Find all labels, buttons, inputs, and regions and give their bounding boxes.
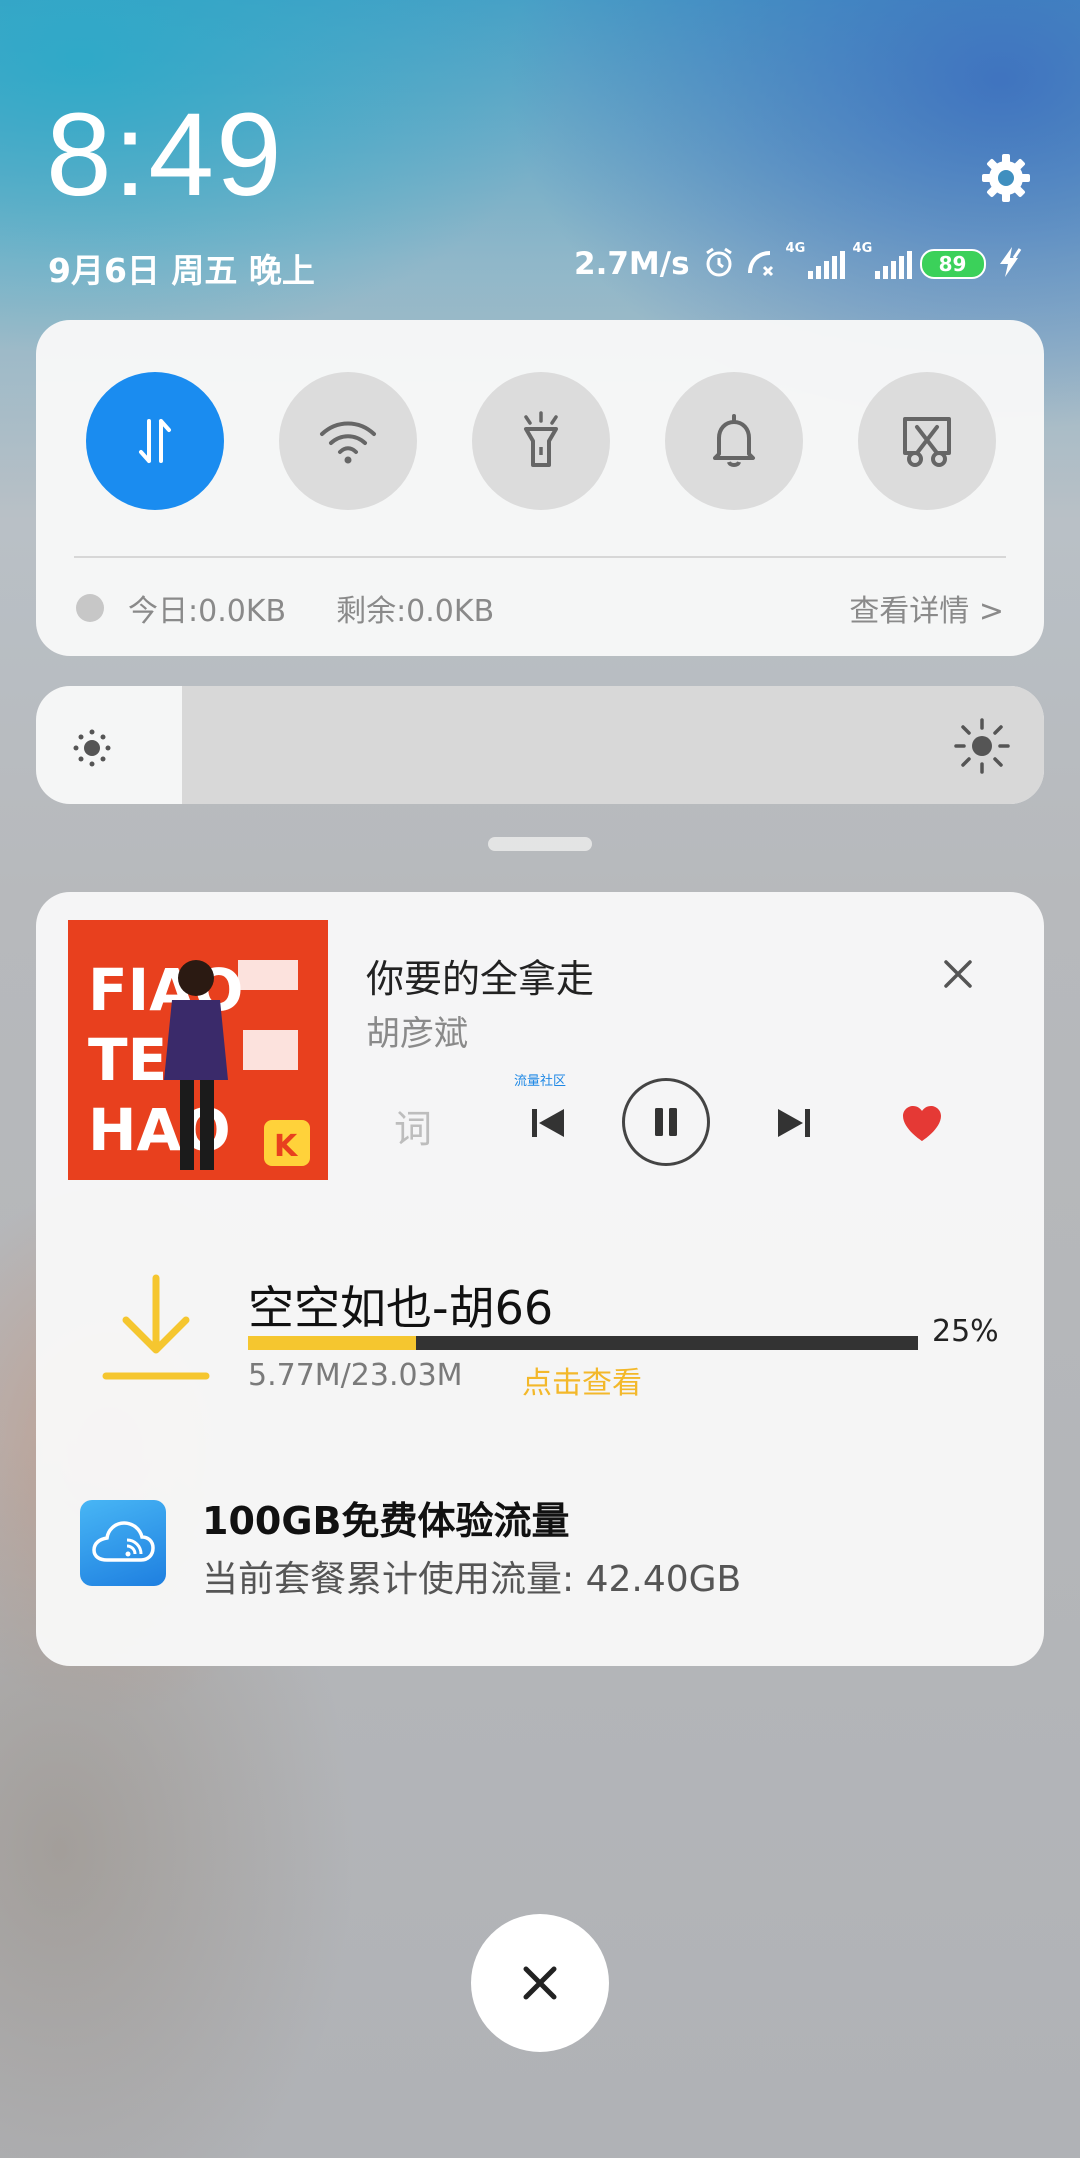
call-forward-icon bbox=[744, 245, 778, 283]
settings-icon[interactable] bbox=[980, 152, 1032, 204]
promo-subtitle: 当前套餐累计使用流量: 42.40GB bbox=[202, 1559, 742, 1600]
download-percent: 25% bbox=[932, 1314, 999, 1349]
community-label: 流量社区 bbox=[514, 1074, 567, 1089]
today-usage: 今日:0.0KB bbox=[128, 594, 287, 629]
data-usage-row: 今日:0.0KB 剩余:0.0KB bbox=[76, 586, 494, 630]
artist-name: 胡彦斌 bbox=[366, 1014, 468, 1054]
view-download-link[interactable]: 点击查看 bbox=[522, 1358, 642, 1402]
view-details-link[interactable]: 查看详情 > bbox=[849, 586, 1004, 630]
download-progress-fill bbox=[248, 1336, 416, 1350]
download-progress-bar bbox=[248, 1336, 918, 1350]
download-title: 空空如也-胡66 bbox=[248, 1281, 554, 1335]
lyrics-button[interactable]: 词 bbox=[394, 1098, 432, 1153]
clear-notifications-button[interactable] bbox=[471, 1914, 609, 2052]
network-speed: 2.7M/s bbox=[574, 246, 690, 282]
download-size: 5.77M/23.03M bbox=[248, 1358, 463, 1393]
next-icon[interactable] bbox=[766, 1098, 822, 1148]
album-art[interactable]: FIAO TE HAO K bbox=[68, 920, 328, 1180]
pause-icon bbox=[655, 1108, 677, 1136]
brightness-low-icon bbox=[73, 729, 111, 767]
clock-time: 8:49 bbox=[46, 89, 284, 221]
battery-icon: 89 bbox=[919, 249, 986, 279]
data-arrows-icon bbox=[139, 419, 171, 463]
panel-drag-handle[interactable] bbox=[488, 837, 592, 851]
brightness-high-icon bbox=[954, 718, 1010, 774]
sound-toggle[interactable] bbox=[665, 372, 803, 510]
alarm-icon bbox=[702, 245, 736, 283]
quick-settings-panel: 今日:0.0KB 剩余:0.0KB 查看详情 > bbox=[36, 320, 1044, 656]
divider bbox=[74, 556, 1006, 558]
remaining-usage: 剩余:0.0KB bbox=[336, 594, 495, 629]
svg-text:K: K bbox=[274, 1129, 299, 1164]
close-icon[interactable] bbox=[936, 952, 980, 996]
signal-icon: 4G bbox=[786, 241, 845, 279]
wifi-icon bbox=[320, 421, 376, 464]
promo-title[interactable]: 100GB免费体验流量 bbox=[202, 1490, 569, 1545]
flashlight-toggle[interactable] bbox=[472, 372, 610, 510]
data-usage-icon bbox=[76, 594, 104, 622]
bell-icon bbox=[713, 414, 755, 467]
date-label: 9月6日 周五 晚上 bbox=[48, 251, 315, 290]
flashlight-icon bbox=[524, 411, 558, 467]
brightness-slider[interactable] bbox=[36, 686, 1044, 804]
charging-icon bbox=[994, 245, 1024, 283]
pause-button[interactable] bbox=[622, 1078, 710, 1166]
signal-icon-2: 4G bbox=[853, 241, 912, 279]
album-art-text: TE bbox=[88, 1026, 167, 1094]
brightness-track[interactable] bbox=[182, 686, 1044, 804]
cloud-app-icon bbox=[80, 1500, 166, 1586]
screenshot-icon bbox=[903, 417, 951, 467]
wifi-toggle[interactable] bbox=[279, 372, 417, 510]
notification-panel: FIAO TE HAO K 你要的全拿走 胡彦斌 流量社区 词 空空如也-胡66 bbox=[36, 892, 1044, 1666]
previous-icon[interactable] bbox=[520, 1098, 576, 1148]
download-icon bbox=[96, 1272, 216, 1392]
song-title: 你要的全拿走 bbox=[366, 957, 595, 1001]
favorite-heart-icon[interactable] bbox=[894, 1098, 950, 1148]
status-bar: 2.7M/s 4G 4G 89 bbox=[574, 241, 1024, 286]
close-icon bbox=[523, 1966, 557, 2000]
mobile-data-toggle[interactable] bbox=[86, 372, 224, 510]
screenshot-toggle[interactable] bbox=[858, 372, 996, 510]
